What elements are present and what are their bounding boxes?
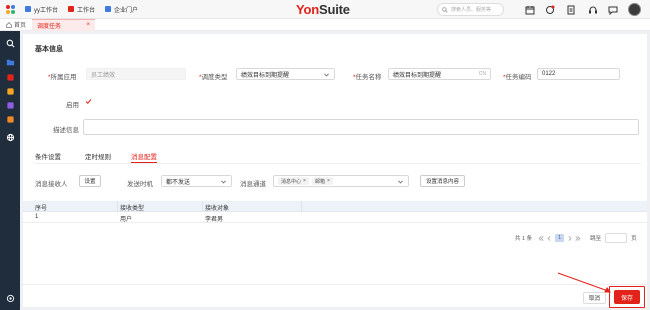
notification-icon[interactable] xyxy=(544,4,555,15)
page-tab-bar: 首页 调度任务 × xyxy=(0,18,650,31)
total-count: 共 1 条 xyxy=(515,236,533,242)
receiver-settings-button[interactable]: 设置 xyxy=(79,175,101,187)
cancel-button[interactable]: 取消 xyxy=(583,292,606,304)
app-yellow-icon[interactable] xyxy=(5,86,15,96)
pagination: 共 1 条 1 跳至 页 xyxy=(515,233,637,243)
left-sidebar xyxy=(0,31,20,310)
jump-page-input[interactable] xyxy=(605,233,628,243)
tab-home-label: 首页 xyxy=(14,23,27,29)
description-label: 描述信息 xyxy=(53,127,79,134)
channel-label: 消息通道 xyxy=(240,181,266,188)
tag-close-icon[interactable]: × xyxy=(327,178,330,184)
footer-divider xyxy=(23,284,647,285)
message-content-button[interactable]: 设置消息内容 xyxy=(420,175,465,187)
app-orange-icon[interactable] xyxy=(5,114,15,124)
top-tab-label: 工作台 xyxy=(77,7,96,14)
doc-icon xyxy=(25,6,31,12)
tab-home[interactable]: 首页 xyxy=(0,19,32,31)
task-code-label: *任务编码 xyxy=(503,74,532,81)
jump-label: 跳至 xyxy=(590,236,602,242)
portal-icon xyxy=(105,6,112,12)
top-tab-yy-workbench[interactable]: yy工作台 xyxy=(20,0,63,19)
channel-tag: 邮箱 × xyxy=(311,177,333,185)
schedule-type-label: *调度类型 xyxy=(199,74,228,81)
column-header: 序号 xyxy=(35,206,48,212)
app-purple-icon[interactable] xyxy=(5,100,15,110)
headset-icon[interactable] xyxy=(587,4,598,15)
last-page-icon[interactable] xyxy=(575,235,582,242)
app-label: *所属应用 xyxy=(48,74,77,81)
task-name-field[interactable]: 绩效目标到期提醒 CN xyxy=(388,68,491,80)
chevron-down-icon xyxy=(221,180,226,183)
send-time-label: 发送时机 xyxy=(127,181,153,188)
global-search[interactable]: 搜索人员、服务等 xyxy=(437,3,504,16)
folder-icon[interactable] xyxy=(5,57,15,67)
language-badge[interactable]: CN xyxy=(479,71,486,77)
avatar[interactable] xyxy=(628,3,641,16)
form-card: 基本信息 *所属应用 员工绩效 *调度类型 绩效目标到期提醒 *任务名称 绩效目… xyxy=(23,34,647,308)
settings-icon[interactable] xyxy=(5,293,15,303)
tab-conditions[interactable]: 条件设置 xyxy=(35,151,85,163)
chevron-down-icon xyxy=(398,180,403,183)
task-name-label: *任务名称 xyxy=(353,74,382,81)
top-tab-portal[interactable]: 企业门户 xyxy=(100,0,143,19)
channel-select[interactable]: 消息中心 × 邮箱 × xyxy=(273,175,409,187)
calendar-icon[interactable] xyxy=(524,4,535,15)
search-placeholder: 搜索人员、服务等 xyxy=(451,7,492,13)
app-red-icon[interactable] xyxy=(5,72,15,82)
workbench-icon xyxy=(68,6,75,12)
top-tab-workbench[interactable]: 工作台 xyxy=(63,0,100,19)
search-icon xyxy=(442,6,448,13)
main-area: 基本信息 *所属应用 员工绩效 *调度类型 绩效目标到期提醒 *任务名称 绩效目… xyxy=(20,31,650,310)
chat-icon[interactable] xyxy=(607,4,618,15)
tab-schedule-task-label: 调度任务 xyxy=(37,23,62,30)
table-cell: 1 xyxy=(35,214,39,220)
table-header: 序号 接收类型 接收对象 xyxy=(23,201,647,212)
section-title: 基本信息 xyxy=(35,46,63,53)
home-icon xyxy=(6,21,12,28)
column-divider xyxy=(117,201,118,212)
tag-close-icon[interactable]: × xyxy=(303,178,306,184)
tab-timing-rules[interactable]: 定时规则 xyxy=(85,151,131,163)
save-button[interactable]: 保存 xyxy=(614,290,640,304)
top-tab-label: yy工作台 xyxy=(34,7,59,14)
globe-icon[interactable] xyxy=(5,132,15,142)
first-page-icon[interactable] xyxy=(537,235,544,242)
tab-message-config[interactable]: 消息配置 xyxy=(131,151,157,163)
description-field[interactable] xyxy=(83,119,639,135)
top-tab-label: 企业门户 xyxy=(114,7,139,14)
table-cell: 用户 xyxy=(120,217,133,223)
close-icon[interactable]: × xyxy=(87,22,91,28)
column-divider xyxy=(202,201,203,212)
column-divider xyxy=(301,201,302,212)
check-icon[interactable] xyxy=(85,98,92,105)
send-time-select[interactable]: 都不发送 xyxy=(161,175,232,187)
column-header: 接收对象 xyxy=(205,206,230,212)
document-icon[interactable] xyxy=(565,4,576,15)
task-code-field[interactable]: 0122 xyxy=(537,68,620,80)
brand-logo: YonSuite xyxy=(296,2,350,17)
chevron-down-icon xyxy=(324,73,329,76)
table-row[interactable]: 1 用户 李君男 xyxy=(23,212,647,223)
prev-page-icon[interactable] xyxy=(546,235,553,242)
receiver-label: 消息接收人 xyxy=(35,181,68,188)
search-icon[interactable] xyxy=(5,38,15,48)
current-page[interactable]: 1 xyxy=(555,234,565,242)
app-grid-icon[interactable] xyxy=(0,0,20,19)
config-tabs: 条件设置 定时规则 消息配置 xyxy=(35,151,157,163)
next-page-icon[interactable] xyxy=(566,235,573,242)
enabled-label: 启用 xyxy=(66,102,79,109)
table-cell: 李君男 xyxy=(205,217,224,223)
channel-tag: 消息中心 × xyxy=(278,177,309,185)
app-field: 员工绩效 xyxy=(86,68,186,80)
page-suffix: 页 xyxy=(631,236,637,242)
schedule-type-select[interactable]: 绩效目标到期提醒 xyxy=(236,68,335,80)
tab-divider xyxy=(35,163,641,164)
tab-schedule-task[interactable]: 调度任务 × xyxy=(32,18,96,31)
column-header: 接收类型 xyxy=(120,206,145,212)
